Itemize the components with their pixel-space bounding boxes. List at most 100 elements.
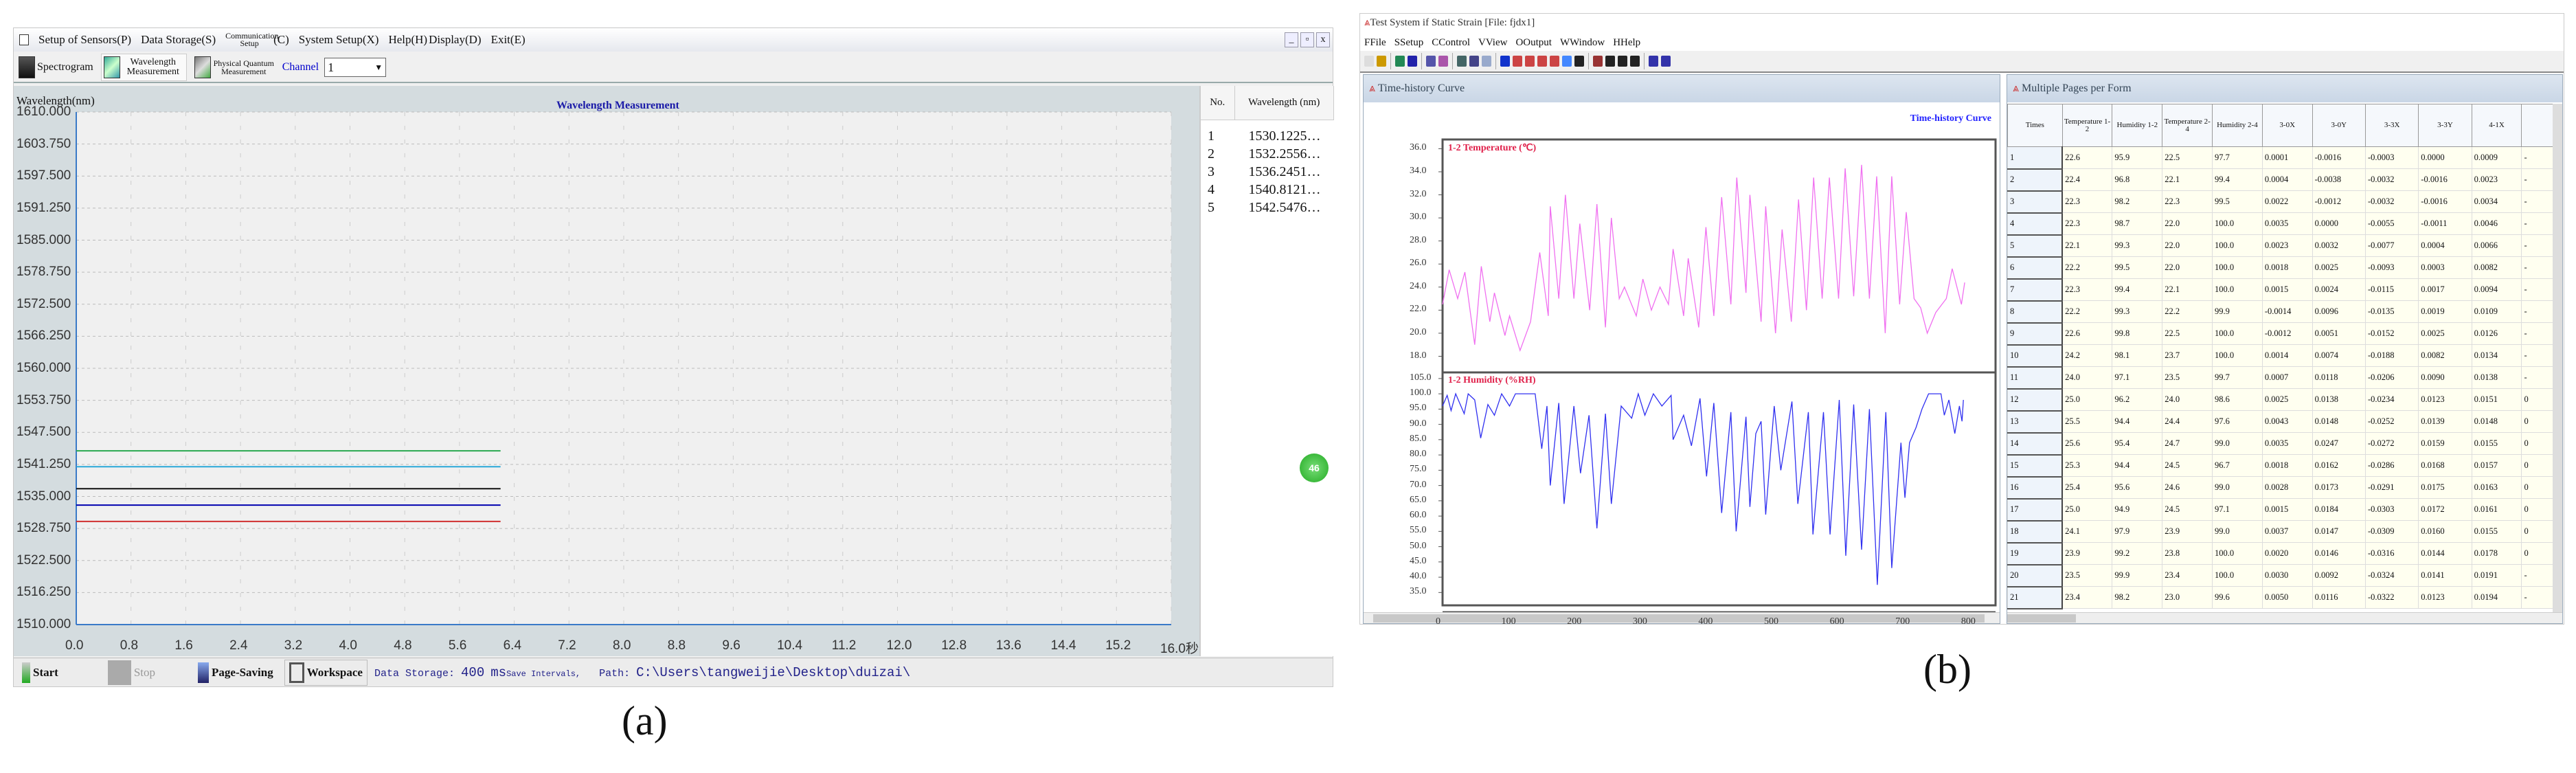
table-cell: 98.2 xyxy=(2112,586,2163,609)
workspace-button[interactable]: Workspace xyxy=(284,659,368,686)
table-row[interactable]: 19 23.9 99.2 23.8 100.0 0.0020 0.0146 -0.0316 0.… xyxy=(2007,542,2553,565)
table-cell: 0.0155 xyxy=(2471,432,2522,455)
menu-data-storage[interactable]: Data Storage(S) xyxy=(141,33,216,47)
menu-view[interactable]: VView xyxy=(1478,37,1507,49)
table-row[interactable]: 4 22.3 98.7 22.0 100.0 0.0035 0.0000 -0.0055 -0.… xyxy=(2007,212,2553,236)
table-row[interactable]: 13 25.5 94.4 24.4 97.6 0.0043 0.0148 -0.0252 0.0… xyxy=(2007,410,2553,434)
table-row[interactable]: 12 25.0 96.2 24.0 98.6 0.0025 0.0138 -0.0234 0.0… xyxy=(2007,388,2553,412)
pointer-icon[interactable] xyxy=(1593,56,1603,67)
menu-control[interactable]: CControl xyxy=(1432,37,1470,49)
spectrogram-label: Spectrogram xyxy=(37,61,93,73)
menu-file[interactable]: FFile xyxy=(1364,37,1386,49)
table-row[interactable]: 3 1536.2451… xyxy=(1201,163,1334,181)
table-row[interactable]: 4 1540.8121… xyxy=(1201,181,1334,199)
export-icon[interactable] xyxy=(1408,56,1417,67)
table-row[interactable]: 11 24.0 97.1 23.5 99.7 0.0007 0.0118 -0.0206 0.0… xyxy=(2007,366,2553,390)
table-row[interactable]: 16 25.4 95.6 24.6 99.0 0.0028 0.0173 -0.0291 0.0… xyxy=(2007,476,2553,500)
table-row[interactable]: 8 22.2 99.3 22.2 99.9 -0.0014 0.0096 -0.0135 0.0… xyxy=(2007,300,2553,324)
table-row[interactable]: 1 1530.1225… xyxy=(1201,127,1334,145)
save-icon[interactable] xyxy=(1395,56,1405,67)
minimize-button[interactable]: _ xyxy=(1285,32,1298,47)
tool-icon[interactable] xyxy=(1574,56,1584,67)
wavelength-icon xyxy=(103,56,120,78)
interval-unit: ms xyxy=(490,664,507,680)
zoom-out-icon[interactable] xyxy=(1525,56,1535,67)
table-row[interactable]: 2 1532.2556… xyxy=(1201,145,1334,163)
open-icon[interactable] xyxy=(1377,56,1386,67)
menu-window[interactable]: WWindow xyxy=(1560,37,1605,49)
zoom-x-icon[interactable] xyxy=(1537,56,1547,67)
physical-quantum-button[interactable]: Physical Quantum Measurement xyxy=(192,54,277,81)
column-header[interactable]: Humidity 1-2 xyxy=(2112,104,2163,147)
right-arrow-icon[interactable] xyxy=(1630,56,1640,67)
table-row[interactable]: 6 22.2 99.5 22.0 100.0 0.0018 0.0025 -0.0093 0.0… xyxy=(2007,256,2553,280)
page-saving-button[interactable]: Page-Saving xyxy=(194,660,278,686)
close-button[interactable]: x xyxy=(1316,32,1330,47)
menu-help[interactable]: Help(H) xyxy=(388,33,427,47)
curve-icon[interactable] xyxy=(1482,56,1491,67)
column-header[interactable]: Temperature 1-2 xyxy=(2061,104,2113,147)
table-row[interactable]: 7 22.3 99.4 22.1 100.0 0.0015 0.0024 -0.0115 0.0… xyxy=(2007,278,2553,302)
scrollbar-thumb[interactable] xyxy=(1373,614,1985,623)
channel-select[interactable]: 1 ▼ xyxy=(324,58,387,77)
column-header[interactable]: Temperature 2-4 xyxy=(2162,104,2213,147)
app-icon xyxy=(19,34,29,45)
column-header[interactable]: 3-0Y xyxy=(2312,104,2366,147)
wavelength-measurement-button[interactable]: Wavelength Measurement xyxy=(100,54,187,81)
menu-display[interactable]: Display(D) xyxy=(429,33,481,47)
move-icon[interactable] xyxy=(1562,56,1572,67)
table-row[interactable]: 20 23.5 99.9 23.4 100.0 0.0030 0.0092 -0.0324 0.… xyxy=(2007,564,2553,587)
menu-setup-sensors[interactable]: Setup of Sensors(P) xyxy=(38,33,131,47)
panel-b-label: (b) xyxy=(1923,647,1971,692)
row-no: 2 xyxy=(1208,146,1214,161)
horizontal-scrollbar[interactable] xyxy=(2007,612,2562,623)
column-header[interactable] xyxy=(2521,104,2553,147)
table-row[interactable]: 10 24.2 98.1 23.7 100.0 0.0014 0.0074 -0.0188 0.… xyxy=(2007,344,2553,368)
scrollbar-thumb[interactable] xyxy=(2007,614,2076,623)
zoom-y-icon[interactable] xyxy=(1550,56,1559,67)
y-tick-label: 22.0 xyxy=(1410,304,1427,315)
tile-h-icon[interactable] xyxy=(1649,56,1658,67)
table-row[interactable]: 2 22.4 96.8 22.1 99.4 0.0004 -0.0038 -0.0032 -0.… xyxy=(2007,168,2553,192)
menu-output[interactable]: OOutput xyxy=(1515,37,1552,49)
column-header[interactable]: 3-3Y xyxy=(2418,104,2472,147)
grid-icon[interactable] xyxy=(1426,56,1436,67)
left-arrow-icon[interactable] xyxy=(1618,56,1627,67)
record-icon[interactable] xyxy=(1500,56,1510,67)
column-header[interactable]: 3-0X xyxy=(2261,104,2313,147)
table-row[interactable]: 1 22.6 95.9 22.5 97.7 0.0001 -0.0016 -0.0003 0.0… xyxy=(2007,146,2553,170)
vertical-scrollbar[interactable] xyxy=(2553,104,2562,612)
table-row[interactable]: 17 25.0 94.9 24.5 97.1 0.0015 0.0184 -0.0303 0.0… xyxy=(2007,498,2553,522)
table-row[interactable]: 5 22.1 99.3 22.0 100.0 0.0023 0.0032 -0.0077 0.0… xyxy=(2007,234,2553,258)
new-icon[interactable] xyxy=(1364,56,1374,67)
table-row[interactable]: 3 22.3 98.2 22.3 99.5 0.0022 -0.0012 -0.0032 -0.… xyxy=(2007,190,2553,214)
table-row[interactable]: 15 25.3 94.4 24.5 96.7 0.0018 0.0162 -0.0286 0.0… xyxy=(2007,454,2553,478)
menu-setup[interactable]: SSetup xyxy=(1394,37,1424,49)
column-header[interactable]: Humidity 2-4 xyxy=(2212,104,2263,147)
floating-badge[interactable]: 46 xyxy=(1300,453,1329,482)
column-header[interactable]: 3-3X xyxy=(2364,104,2419,147)
menu-help[interactable]: HHelp xyxy=(1613,37,1640,49)
column-header[interactable]: 4-1X xyxy=(2471,104,2522,147)
restore-button[interactable]: ▫ xyxy=(1300,32,1314,47)
settings-icon[interactable] xyxy=(1457,56,1467,67)
stop-button[interactable]: Stop xyxy=(104,660,159,686)
table-row[interactable]: 14 25.6 95.4 24.7 99.0 0.0035 0.0247 -0.0272 0.0… xyxy=(2007,432,2553,456)
table-icon[interactable] xyxy=(1469,56,1479,67)
table-row[interactable]: 9 22.6 99.8 22.5 100.0 -0.0012 0.0051 -0.0152 0.… xyxy=(2007,322,2553,346)
table-cell: 0.0046 xyxy=(2471,212,2522,235)
dropdown-icon[interactable] xyxy=(1605,56,1615,67)
menu-communication-setup[interactable]: Communication Setup xyxy=(225,32,278,47)
tile-v-icon[interactable] xyxy=(1661,56,1671,67)
chart-icon[interactable] xyxy=(1438,56,1448,67)
table-row[interactable]: 21 23.4 98.2 23.0 99.6 0.0050 0.0116 -0.0322 0.0… xyxy=(2007,586,2553,609)
spectrogram-button[interactable]: Spectrogram xyxy=(16,54,95,81)
table-row[interactable]: 18 24.1 97.9 23.9 99.0 0.0037 0.0147 -0.0309 0.0… xyxy=(2007,520,2553,544)
start-button[interactable]: Start xyxy=(18,660,63,686)
column-header[interactable]: Times xyxy=(2007,104,2063,147)
menu-exit[interactable]: Exit(E) xyxy=(491,33,526,47)
table-row[interactable]: 5 1542.5476… xyxy=(1201,199,1334,216)
table-cell: 23.0 xyxy=(2162,586,2213,609)
zoom-in-icon[interactable] xyxy=(1513,56,1522,67)
menu-system-setup[interactable]: System Setup(X) xyxy=(299,33,379,47)
